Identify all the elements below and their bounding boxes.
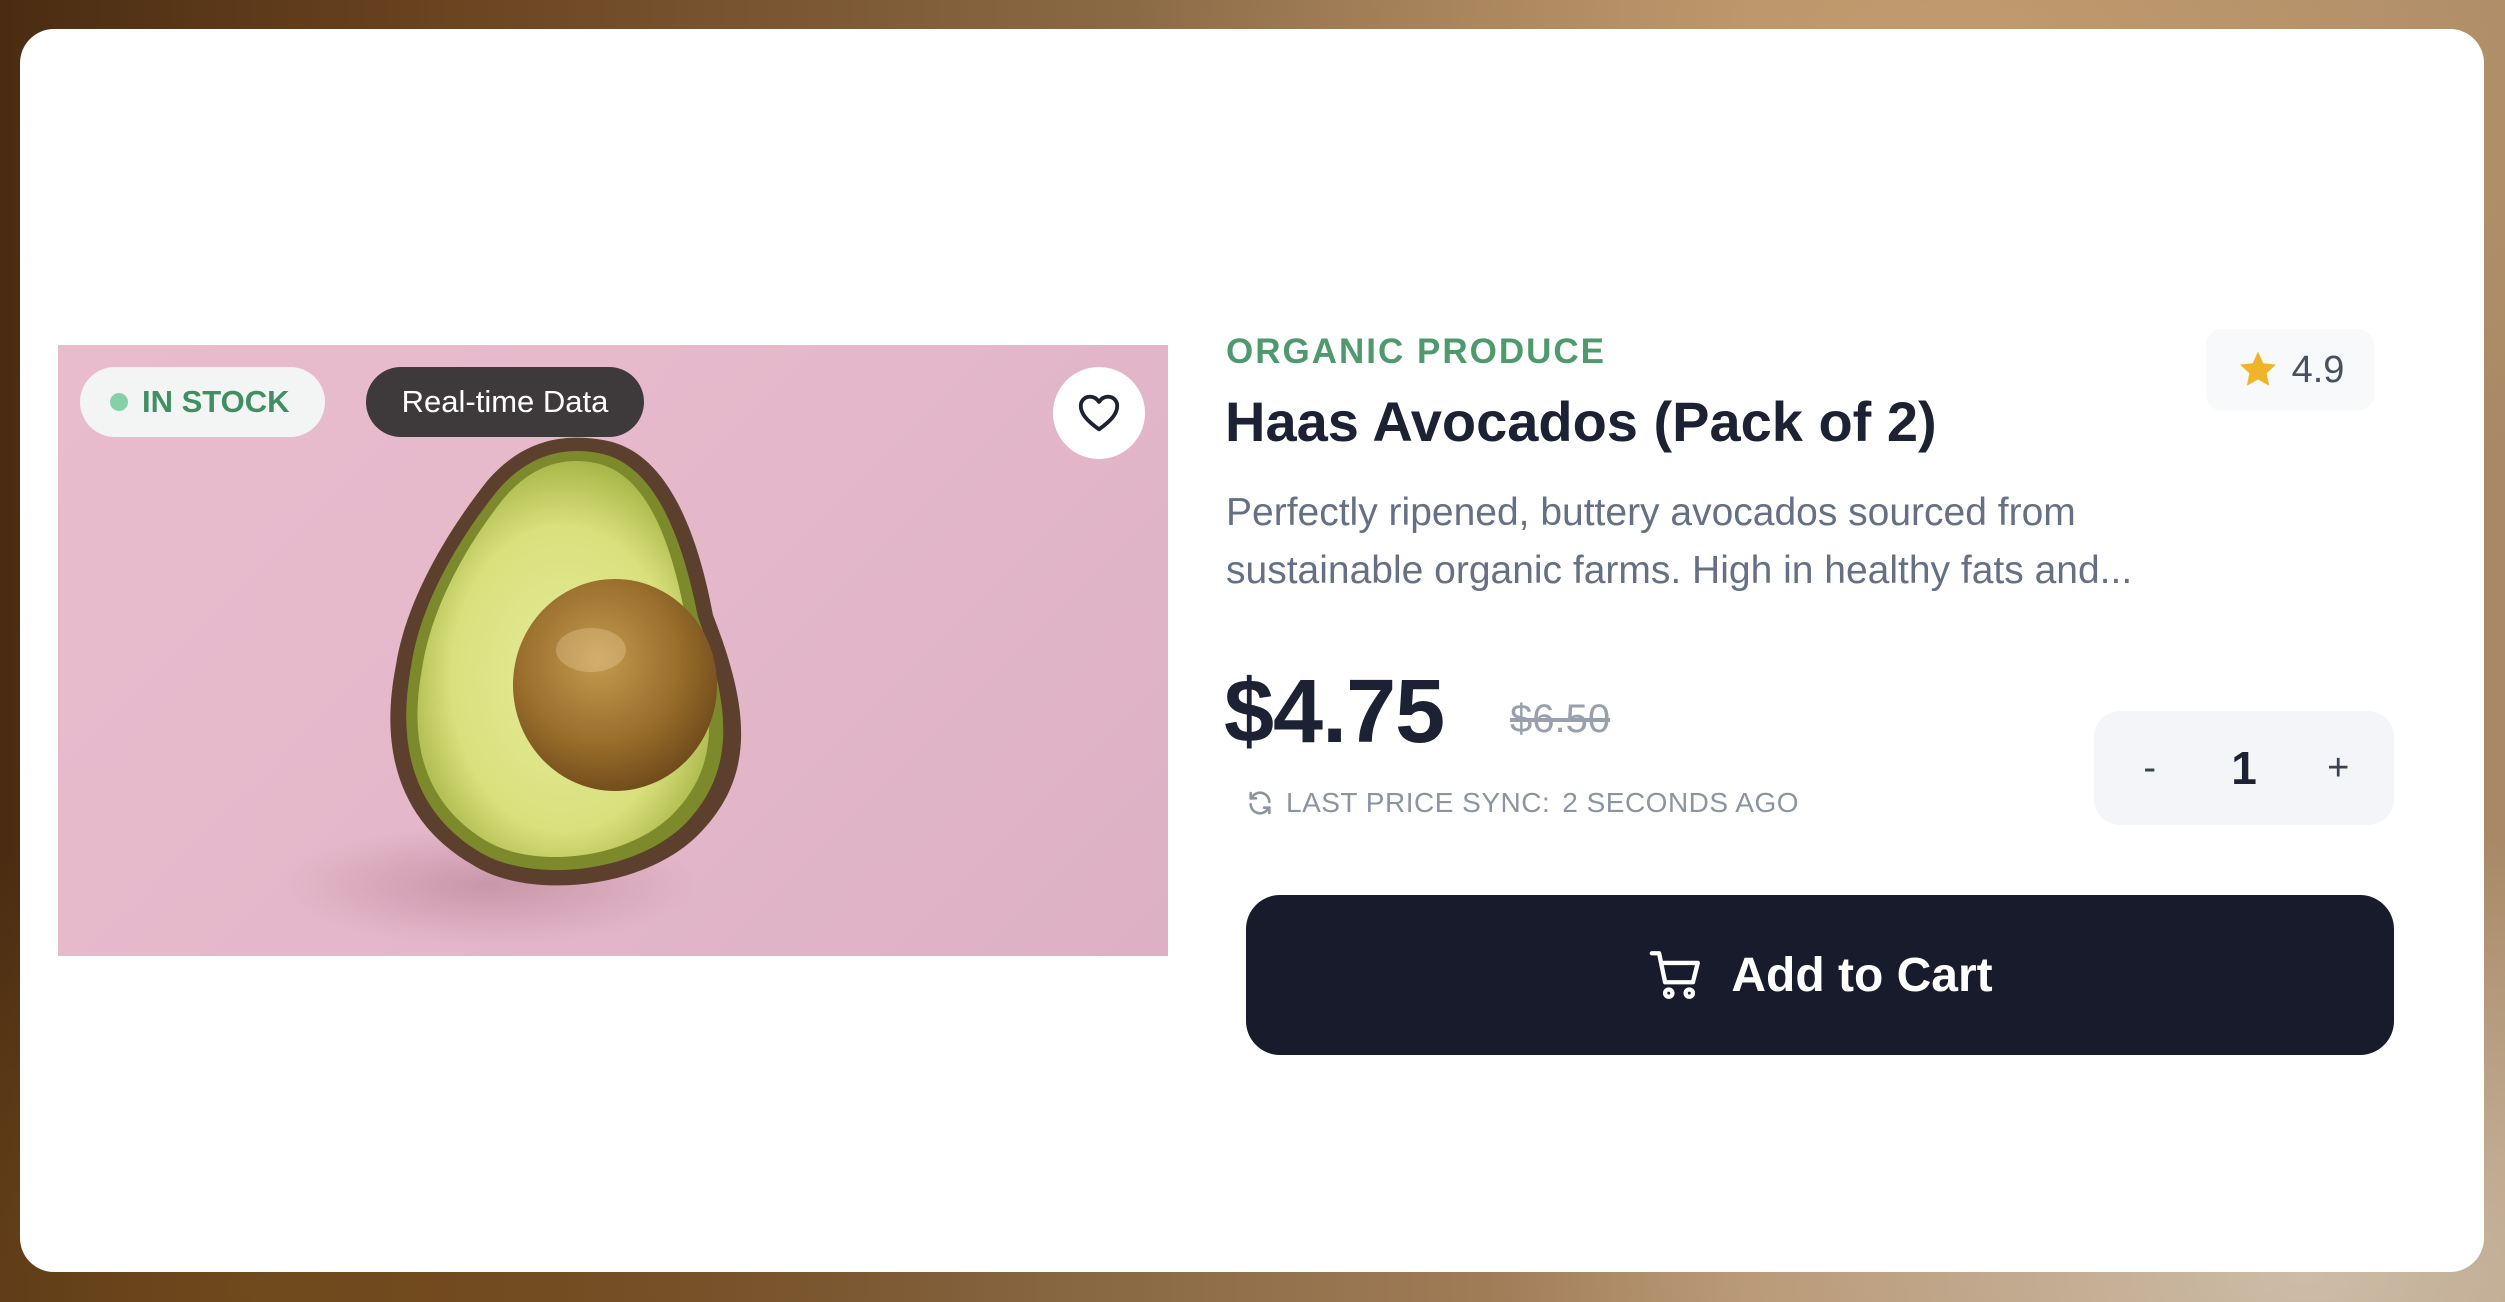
in-stock-label: IN STOCK [142, 384, 290, 419]
rating-value: 4.9 [2291, 348, 2345, 391]
heart-icon [1078, 394, 1120, 432]
original-price: $6.50 [1510, 697, 1611, 741]
rating-badge: 4.9 [2206, 329, 2374, 411]
add-to-cart-label: Add to Cart [1731, 948, 1993, 1002]
status-dot-icon [110, 393, 128, 411]
product-card: IN STOCK Real-time Data ORGANIC PRODUCE … [20, 29, 2484, 1272]
decrement-button[interactable]: - [2120, 747, 2180, 790]
quantity-value: 1 [2231, 742, 2257, 794]
current-price: $4.75 [1224, 662, 1445, 762]
refresh-icon [1249, 791, 1271, 815]
product-description: Perfectly ripened, buttery avocados sour… [1226, 491, 2133, 592]
product-category: ORGANIC PRODUCE [1226, 332, 1607, 371]
product-image: IN STOCK Real-time Data [58, 345, 1168, 956]
realtime-data-badge: Real-time Data [366, 367, 644, 437]
realtime-data-label: Real-time Data [401, 384, 609, 419]
product-title: Haas Avocados (Pack of 2) [1225, 390, 1937, 453]
quantity-stepper: - 1 + [2094, 711, 2394, 825]
star-icon [2239, 351, 2276, 386]
add-to-cart-button[interactable]: Add to Cart [1246, 895, 2394, 1055]
in-stock-badge: IN STOCK [80, 367, 325, 437]
price-sync-status: LAST PRICE SYNC: 2 SECONDS AGO [1246, 787, 1799, 819]
sync-label: LAST PRICE SYNC: [1286, 787, 1551, 818]
sync-value: 2 SECONDS AGO [1562, 787, 1800, 818]
cart-icon [1650, 951, 1701, 999]
favorite-button[interactable] [1053, 367, 1145, 459]
increment-button[interactable]: + [2308, 747, 2368, 790]
